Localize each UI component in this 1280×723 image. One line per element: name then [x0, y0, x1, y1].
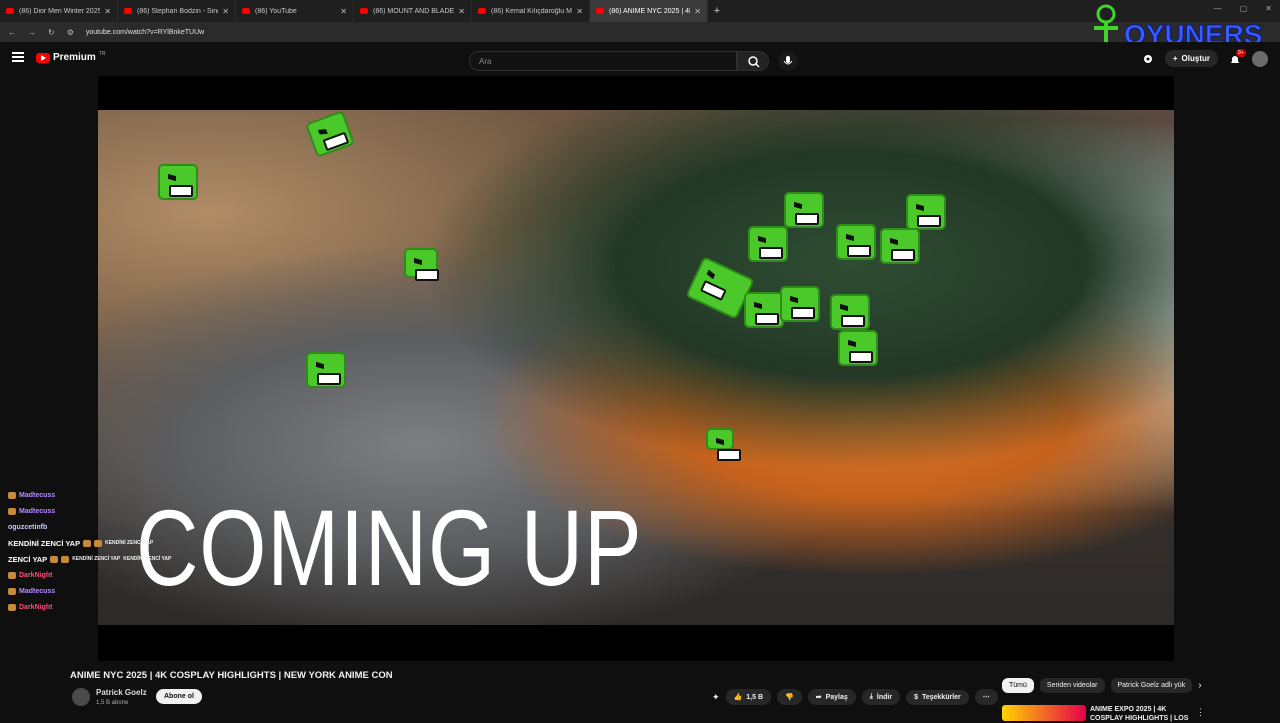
- close-icon[interactable]: ✕: [694, 7, 701, 16]
- emote-icon: [748, 226, 788, 262]
- emote-small-icon: [94, 539, 103, 547]
- youtube-favicon-icon: [360, 8, 368, 14]
- chevron-right-icon[interactable]: ›: [1198, 680, 1201, 691]
- badge-icon: [8, 571, 16, 579]
- site-info-icon[interactable]: ⚙: [67, 28, 74, 37]
- emote-icon: [838, 330, 878, 366]
- subscriber-count: 1,5 B abone: [96, 700, 129, 706]
- youtube-favicon-icon: [596, 8, 604, 14]
- chat-message: Madtecuss: [8, 504, 268, 518]
- channel-name[interactable]: Patrick Goelz: [96, 688, 147, 697]
- recommendation-title[interactable]: ANIME EXPO 2025 | 4K COSPLAY HIGHLIGHTS …: [1090, 705, 1200, 723]
- chat-message: oguzcetinfb: [8, 523, 48, 531]
- download-icon: ⤓: [869, 693, 873, 700]
- reload-icon[interactable]: ↻: [48, 28, 55, 37]
- browser-tab[interactable]: (86) Stephan Bodzin - Singularity✕: [118, 0, 236, 22]
- emote-small-icon: [83, 539, 92, 547]
- emote-icon: [880, 228, 920, 264]
- download-button[interactable]: ⤓ İndir: [861, 689, 901, 705]
- forward-icon[interactable]: →: [28, 28, 36, 37]
- channel-avatar[interactable]: [72, 688, 90, 706]
- badge-icon: [8, 603, 16, 611]
- search-input[interactable]: Ara: [469, 51, 737, 71]
- badge-icon: [8, 491, 16, 499]
- create-button[interactable]: + Oluştur: [1164, 50, 1218, 67]
- emote-icon: [404, 248, 439, 281]
- emote-small-icon: [50, 555, 59, 563]
- close-icon[interactable]: ✕: [104, 7, 111, 16]
- emote-small-icon: [61, 555, 70, 563]
- thumbs-down-icon: 👎: [785, 694, 794, 701]
- more-actions-button[interactable]: ⋯: [974, 689, 998, 705]
- emote-icon: [836, 224, 876, 260]
- emote-icon: [306, 352, 346, 388]
- video-actions: ✦ 👍 1,5 B 👎 ➦ Paylaş ⤓ İndir $ Teşekkürler ⋯: [712, 689, 998, 705]
- new-tab-button[interactable]: +: [708, 5, 726, 17]
- more-icon: ⋯: [982, 694, 990, 701]
- subscribe-button[interactable]: Abone ol: [156, 689, 202, 704]
- chat-message: DarkNight: [8, 600, 268, 614]
- notification-count-badge: 9+: [1236, 48, 1246, 57]
- thanks-button[interactable]: $ Teşekkürler: [906, 689, 969, 705]
- youtube-favicon-icon: [478, 8, 486, 14]
- emote-icon: [158, 164, 198, 200]
- chat-message: KENDİNİ ZENCİ YAP KENDİNİ ZENCİ YAP: [8, 538, 154, 548]
- back-icon[interactable]: ←: [8, 28, 16, 37]
- browser-tab-active[interactable]: (86) ANIME NYC 2025 | 4K ✕: [590, 0, 708, 22]
- chip-all[interactable]: Tümü: [1002, 678, 1034, 693]
- youtube-logo[interactable]: Premium TR: [36, 51, 105, 63]
- chat-message: Madtecuss: [8, 584, 268, 598]
- thumbs-up-icon: 👍: [733, 694, 743, 701]
- microphone-icon: [783, 56, 793, 65]
- emote-icon: [906, 194, 946, 230]
- sparkle-icon[interactable]: ✦: [712, 692, 720, 703]
- chat-message: Madtecuss: [8, 488, 268, 502]
- dislike-button[interactable]: 👎: [777, 689, 802, 705]
- recommendation-chips: Tümü Seriden videolar Patrick Goelz adlı…: [1002, 678, 1202, 693]
- browser-tab[interactable]: (86) Kemal Kılıçdaroğlu Mustafa✕: [472, 0, 590, 22]
- emote-icon: [744, 292, 784, 328]
- emote-icon: [706, 428, 741, 461]
- browser-tab[interactable]: (86) Dior Men Winter 2025-2026✕: [0, 0, 118, 22]
- gear-icon[interactable]: [1141, 52, 1155, 66]
- close-icon[interactable]: ✕: [222, 7, 229, 16]
- emote-icon: [830, 294, 870, 330]
- url-field[interactable]: youtube.com/watch?v=RYlBnkeTUUw: [86, 29, 204, 36]
- share-icon: ➦: [815, 694, 822, 701]
- recommendation-thumbnail[interactable]: [1002, 705, 1086, 721]
- chat-message: DarkNight: [8, 568, 268, 582]
- close-icon[interactable]: ✕: [576, 7, 583, 16]
- youtube-favicon-icon: [242, 8, 250, 14]
- video-info: ANIME NYC 2025 | 4K COSPLAY HIGHLIGHTS |…: [0, 661, 1280, 723]
- youtube-header: Premium TR Ara + Oluştur 9+: [0, 42, 1280, 76]
- emote-icon: [780, 286, 820, 322]
- close-icon[interactable]: ✕: [458, 7, 465, 16]
- like-button[interactable]: 👍 1,5 B: [725, 689, 771, 705]
- voice-search-button[interactable]: [778, 51, 798, 71]
- badge-icon: [8, 587, 16, 595]
- chat-message: ZENCİ YAP KENDİNİ ZENCİ YAP KENDİNİ ZENCİ …: [8, 554, 172, 564]
- thanks-icon: $: [914, 693, 918, 701]
- browser-tab[interactable]: (86) MOUNT AND BLADE: Warband✕: [354, 0, 472, 22]
- youtube-favicon-icon: [6, 8, 14, 14]
- youtube-play-icon: [36, 52, 50, 63]
- chip-channel[interactable]: Patrick Goelz adlı yük: [1110, 678, 1193, 693]
- search-button[interactable]: [737, 51, 769, 71]
- search-icon: [748, 56, 760, 68]
- emote-icon: [784, 192, 824, 228]
- browser-tab[interactable]: (86) YouTube ✕: [236, 0, 354, 22]
- menu-icon[interactable]: [12, 52, 24, 64]
- header-actions: + Oluştur 9+: [1141, 48, 1280, 67]
- badge-icon: [8, 507, 16, 515]
- youtube-favicon-icon: [124, 8, 132, 14]
- close-icon[interactable]: ✕: [340, 7, 347, 16]
- notifications-button[interactable]: 9+: [1228, 48, 1246, 66]
- video-title: ANIME NYC 2025 | 4K COSPLAY HIGHLIGHTS |…: [70, 670, 393, 681]
- share-button[interactable]: ➦ Paylaş: [807, 689, 856, 705]
- chip-series[interactable]: Seriden videolar: [1039, 678, 1105, 693]
- more-vert-icon[interactable]: ⋮: [1196, 707, 1205, 718]
- plus-icon: +: [1172, 54, 1178, 63]
- avatar[interactable]: [1252, 50, 1268, 67]
